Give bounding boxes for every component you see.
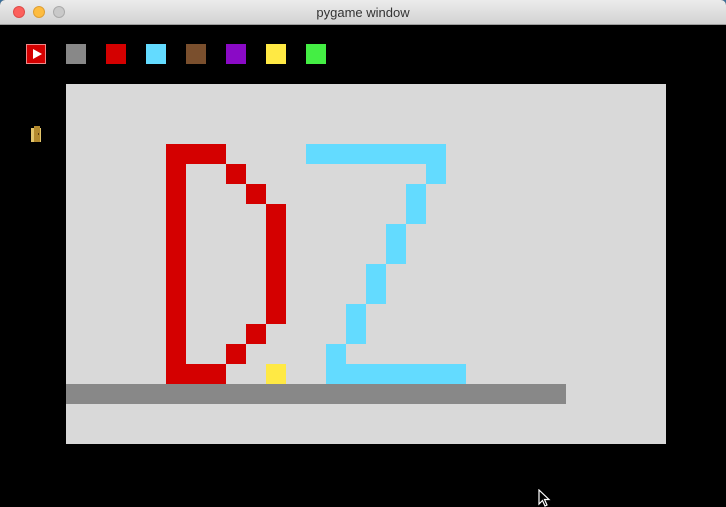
swatch-brown[interactable] [186,44,206,64]
letter-d-stem [166,144,186,384]
letter-z-diag-4 [366,264,386,304]
letter-d-diag-2 [246,184,266,204]
letter-d-right [266,204,286,324]
swatch-red[interactable] [106,44,126,64]
play-button[interactable] [26,44,46,64]
letter-d-diag-1 [226,164,246,184]
letter-z-diag-1 [426,164,446,184]
letter-z-diag-3 [386,224,406,264]
drawing-canvas[interactable] [66,84,666,444]
swatch-green[interactable] [306,44,326,64]
letter-d-diag-4 [226,344,246,364]
swatch-gray[interactable] [66,44,86,64]
door-icon[interactable] [31,126,41,142]
gray-floor [66,384,566,404]
pygame-window: pygame window [0,0,726,507]
letter-z-diag-6 [326,344,346,364]
letter-d-top [186,144,226,164]
letter-z-bottom [326,364,466,384]
title-bar[interactable]: pygame window [0,0,726,25]
letter-d-diag-3 [246,324,266,344]
window-title: pygame window [316,5,410,20]
letter-d-bottom [186,364,226,384]
play-icon [32,49,42,59]
window-content [0,25,726,507]
letter-z-top [306,144,446,164]
mouse-cursor-icon [538,489,551,507]
swatch-cyan[interactable] [146,44,166,64]
yellow-block [266,364,286,384]
letter-z-diag-2 [406,184,426,224]
swatch-purple[interactable] [226,44,246,64]
letter-z-diag-5 [346,304,366,344]
swatch-yellow[interactable] [266,44,286,64]
